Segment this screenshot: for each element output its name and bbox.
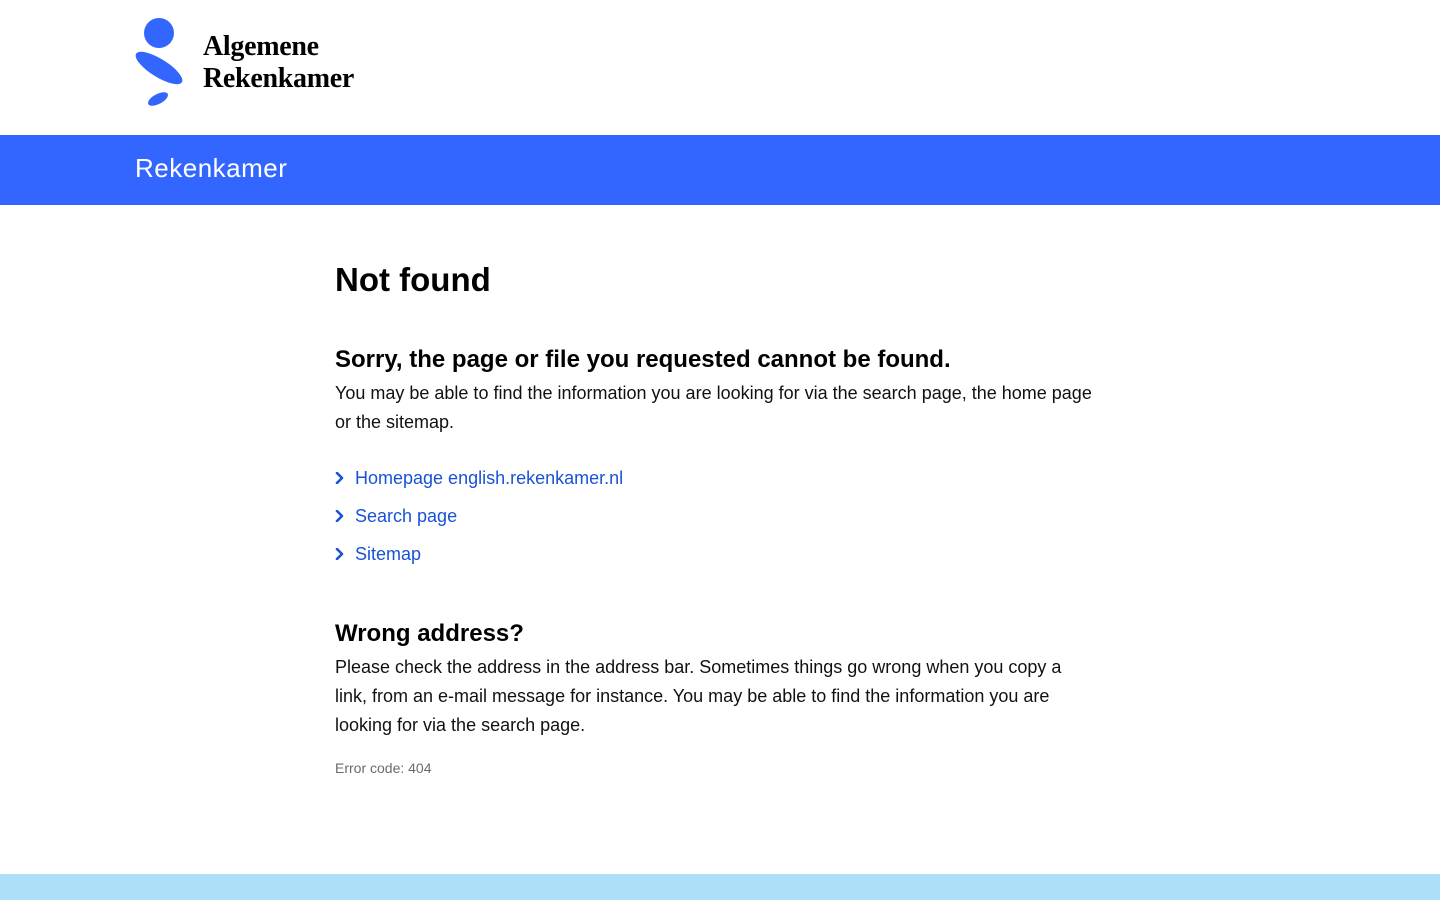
sitemap-link[interactable]: Sitemap bbox=[335, 544, 421, 565]
not-found-text: You may be able to find the information … bbox=[335, 383, 1092, 432]
homepage-link[interactable]: Homepage english.rekenkamer.nl bbox=[335, 468, 623, 489]
logo-line-1: Algemene bbox=[203, 31, 319, 62]
logo-line-2: Rekenkamer bbox=[203, 63, 354, 94]
logo-icon bbox=[135, 18, 183, 106]
chevron-right-icon bbox=[335, 510, 355, 522]
search-page-link[interactable]: Search page bbox=[335, 506, 457, 527]
sitemap-link-label: Sitemap bbox=[355, 543, 422, 564]
wrong-address-section: Wrong address? Please check the address … bbox=[335, 619, 1095, 776]
list-item: Homepage english.rekenkamer.nl bbox=[335, 459, 1095, 497]
wrong-address-text: Please check the address in the address … bbox=[335, 657, 1062, 735]
wrong-address-heading: Wrong address? bbox=[335, 620, 524, 647]
logo-link[interactable]: Algemene Rekenkamer bbox=[135, 17, 354, 109]
not-found-section: Sorry, the page or file you requested ca… bbox=[335, 345, 1095, 573]
page-title: Not found bbox=[335, 261, 491, 298]
chevron-right-icon bbox=[335, 548, 355, 560]
list-item: Search page bbox=[335, 497, 1095, 535]
chevron-right-icon bbox=[335, 472, 355, 484]
error-code: Error code: 404 bbox=[335, 760, 432, 776]
logo-wordmark: Algemene Rekenkamer bbox=[203, 31, 354, 95]
main-content: Not found Sorry, the page or file you re… bbox=[335, 260, 1095, 776]
not-found-heading: Sorry, the page or file you requested ca… bbox=[335, 346, 951, 373]
site-header: Algemene Rekenkamer bbox=[0, 0, 1440, 135]
help-links-list: Homepage english.rekenkamer.nl Search pa… bbox=[335, 459, 1095, 573]
site-title-bar: Rekenkamer bbox=[0, 135, 1440, 205]
list-item: Sitemap bbox=[335, 535, 1095, 573]
site-title: Rekenkamer bbox=[135, 153, 288, 183]
homepage-link-label: Homepage english.rekenkamer.nl bbox=[355, 467, 624, 488]
site-footer bbox=[0, 874, 1440, 900]
search-page-link-label: Search page bbox=[355, 505, 458, 526]
